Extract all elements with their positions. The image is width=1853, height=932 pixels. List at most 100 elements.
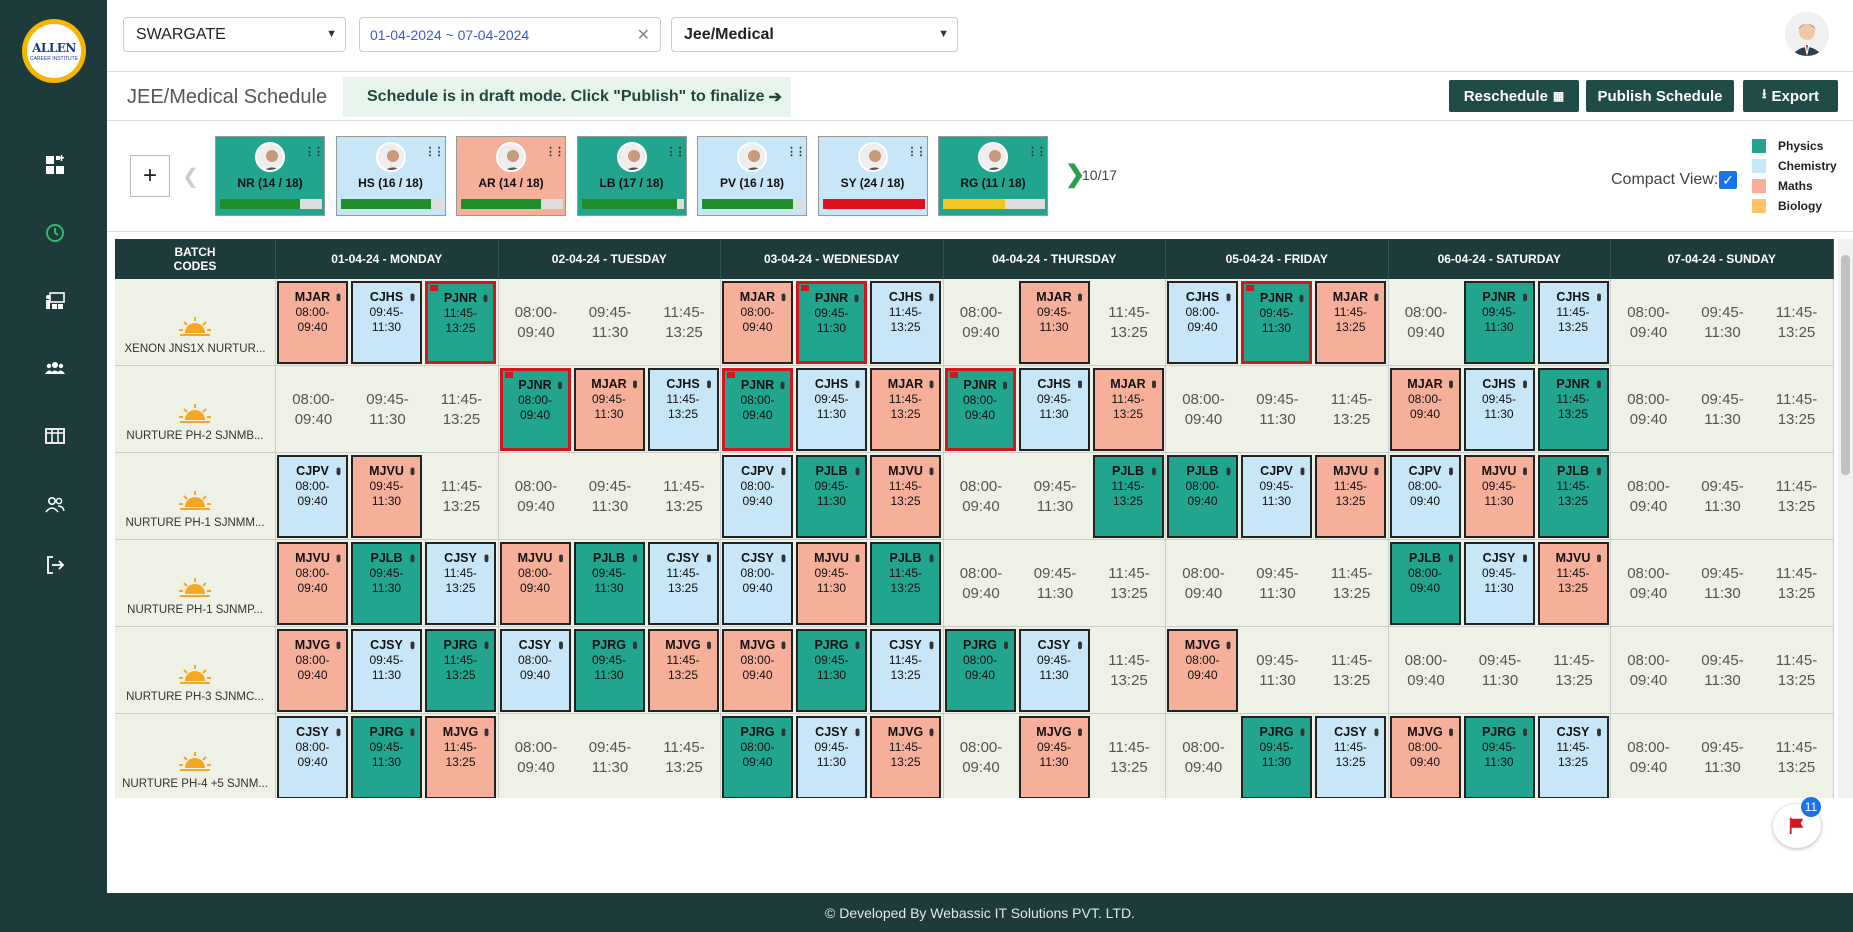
- more-options-icon[interactable]: •••: [924, 554, 940, 560]
- class-block[interactable]: CJHS 11:45- 13:25 •••: [647, 368, 719, 451]
- more-options-icon[interactable]: •••: [1221, 467, 1237, 473]
- empty-slot[interactable]: 09:45- 11:30: [1464, 627, 1537, 714]
- more-options-icon[interactable]: •••: [628, 380, 644, 386]
- more-options-icon[interactable]: •••: [1073, 380, 1089, 386]
- empty-slot[interactable]: 11:45- 13:25: [1760, 279, 1833, 366]
- empty-slot[interactable]: 11:45- 13:25: [1760, 627, 1833, 714]
- more-options-icon[interactable]: •••: [776, 728, 792, 734]
- class-block[interactable]: PJRG 08:00- 09:40 •••: [944, 629, 1016, 712]
- empty-slot[interactable]: 09:45- 11:30: [1686, 714, 1759, 798]
- drag-handle-icon[interactable]: ⋮⋮: [1027, 147, 1047, 158]
- class-block[interactable]: MJAR 09:45- 11:30 •••: [1018, 281, 1090, 364]
- class-block[interactable]: CJSY 09:45- 11:30 •••: [351, 629, 422, 712]
- teacher-card[interactable]: LB (17 / 18) ⋮⋮: [576, 136, 687, 216]
- empty-slot[interactable]: 11:45- 13:25: [1093, 627, 1166, 714]
- more-options-icon[interactable]: •••: [405, 728, 421, 734]
- teacher-card[interactable]: AR (14 / 18) ⋮⋮: [456, 136, 566, 216]
- class-block[interactable]: PJNR 09:45- 11:30 •••: [1463, 281, 1535, 364]
- empty-slot[interactable]: 11:45- 13:25: [425, 453, 498, 540]
- teacher-card[interactable]: PV (16 / 18) ⋮⋮: [697, 136, 807, 216]
- more-options-icon[interactable]: •••: [998, 381, 1014, 387]
- class-block[interactable]: CJPV 08:00- 09:40 •••: [722, 455, 793, 538]
- group-icon[interactable]: [44, 357, 66, 379]
- empty-slot[interactable]: 11:45- 13:25: [1093, 714, 1166, 798]
- empty-slot[interactable]: 11:45- 13:25: [425, 366, 498, 453]
- more-options-icon[interactable]: •••: [479, 554, 495, 560]
- more-options-icon[interactable]: •••: [702, 554, 718, 560]
- class-block[interactable]: MJVG 08:00- 09:40 •••: [1389, 716, 1461, 798]
- empty-slot[interactable]: 08:00- 09:40: [945, 714, 1018, 798]
- more-options-icon[interactable]: •••: [553, 381, 569, 387]
- empty-slot[interactable]: 08:00- 09:40: [1612, 279, 1685, 366]
- empty-slot[interactable]: 09:45- 11:30: [1241, 627, 1314, 714]
- class-block[interactable]: MJVU 09:45- 11:30 •••: [1463, 455, 1535, 538]
- class-block[interactable]: MJAR 11:45- 13:25 •••: [870, 368, 941, 451]
- date-range-input[interactable]: 01-04-2024 ~ 07-04-2024 ✕: [359, 17, 661, 52]
- class-block[interactable]: CJHS 11:45- 13:25 •••: [870, 281, 941, 364]
- more-options-icon[interactable]: •••: [1518, 293, 1534, 299]
- empty-slot[interactable]: 09:45- 11:30: [1686, 540, 1759, 627]
- class-block[interactable]: PJRG 11:45- 13:25 •••: [425, 629, 496, 712]
- more-options-icon[interactable]: •••: [1592, 554, 1608, 560]
- more-options-icon[interactable]: •••: [1592, 293, 1608, 299]
- class-block[interactable]: PJNR 11:45- 13:25 •••: [425, 281, 496, 364]
- more-options-icon[interactable]: •••: [1369, 467, 1385, 473]
- more-options-icon[interactable]: •••: [924, 293, 940, 299]
- empty-slot[interactable]: 09:45- 11:30: [574, 714, 647, 798]
- empty-slot[interactable]: 11:45- 13:25: [648, 714, 721, 798]
- publish-schedule-button[interactable]: Publish Schedule: [1586, 80, 1734, 112]
- class-block[interactable]: PJLB 09:45- 11:30 •••: [573, 542, 645, 625]
- empty-slot[interactable]: 08:00- 09:40: [1612, 540, 1685, 627]
- empty-slot[interactable]: 09:45- 11:30: [1019, 540, 1092, 627]
- stream-select[interactable]: Jee/Medical ▼: [671, 17, 958, 52]
- class-block[interactable]: MJVU 11:45- 13:25 •••: [1315, 455, 1386, 538]
- teacher-card[interactable]: NR (14 / 18) ⋮⋮: [215, 136, 325, 216]
- more-options-icon[interactable]: •••: [1518, 380, 1534, 386]
- class-block[interactable]: PJRG 09:45- 11:30 •••: [351, 716, 422, 798]
- more-options-icon[interactable]: •••: [849, 294, 865, 300]
- drag-handle-icon[interactable]: ⋮⋮: [425, 147, 445, 158]
- class-block[interactable]: MJVG 11:45- 13:25 •••: [425, 716, 496, 798]
- class-block[interactable]: CJPV 09:45- 11:30 •••: [1241, 455, 1312, 538]
- more-options-icon[interactable]: •••: [479, 728, 495, 734]
- more-options-icon[interactable]: •••: [1073, 641, 1089, 647]
- more-options-icon[interactable]: •••: [1592, 467, 1608, 473]
- empty-slot[interactable]: 08:00- 09:40: [945, 453, 1018, 540]
- class-block[interactable]: MJVU 08:00- 09:40 •••: [499, 542, 571, 625]
- empty-slot[interactable]: 11:45- 13:25: [1760, 453, 1833, 540]
- class-block[interactable]: PJNR 08:00- 09:40 •••: [944, 368, 1016, 451]
- center-select[interactable]: SWARGATE ▼: [123, 17, 346, 52]
- empty-slot[interactable]: 08:00- 09:40: [277, 366, 350, 453]
- class-block[interactable]: CJPV 08:00- 09:40 •••: [277, 455, 348, 538]
- more-options-icon[interactable]: •••: [850, 641, 866, 647]
- more-options-icon[interactable]: •••: [1073, 728, 1089, 734]
- class-block[interactable]: CJSY 11:45- 13:25 •••: [425, 542, 496, 625]
- more-options-icon[interactable]: •••: [1221, 293, 1237, 299]
- more-options-icon[interactable]: •••: [924, 467, 940, 473]
- empty-slot[interactable]: 08:00- 09:40: [500, 714, 573, 798]
- empty-slot[interactable]: 09:45- 11:30: [1019, 453, 1092, 540]
- teacher-card[interactable]: RG (11 / 18) ⋮⋮: [938, 136, 1048, 216]
- teacher-card[interactable]: SY (24 / 18) ⋮⋮: [817, 136, 928, 216]
- compact-view-checkbox[interactable]: ✓: [1719, 171, 1737, 189]
- empty-slot[interactable]: 09:45- 11:30: [1686, 627, 1759, 714]
- more-options-icon[interactable]: •••: [850, 554, 866, 560]
- class-block[interactable]: MJVU 11:45- 13:25 •••: [870, 455, 941, 538]
- class-block[interactable]: CJSY 08:00- 09:40 •••: [277, 716, 348, 798]
- more-options-icon[interactable]: •••: [924, 380, 940, 386]
- more-options-icon[interactable]: •••: [702, 380, 718, 386]
- more-options-icon[interactable]: •••: [554, 641, 570, 647]
- empty-slot[interactable]: 11:45- 13:25: [1760, 540, 1833, 627]
- more-options-icon[interactable]: •••: [405, 554, 421, 560]
- empty-slot[interactable]: 09:45- 11:30: [1686, 366, 1759, 453]
- more-options-icon[interactable]: •••: [479, 641, 495, 647]
- more-options-icon[interactable]: •••: [1147, 467, 1163, 473]
- class-block[interactable]: MJAR 09:45- 11:30 •••: [573, 368, 645, 451]
- empty-slot[interactable]: 11:45- 13:25: [1315, 366, 1388, 453]
- class-block[interactable]: PJRG 09:45- 11:30 •••: [1241, 716, 1312, 798]
- more-options-icon[interactable]: •••: [776, 554, 792, 560]
- class-block[interactable]: PJLB 09:45- 11:30 •••: [351, 542, 422, 625]
- drag-handle-icon[interactable]: ⋮⋮: [907, 147, 927, 158]
- calendar-grid-icon[interactable]: [44, 425, 66, 447]
- class-block[interactable]: CJSY 11:45- 13:25 •••: [647, 542, 719, 625]
